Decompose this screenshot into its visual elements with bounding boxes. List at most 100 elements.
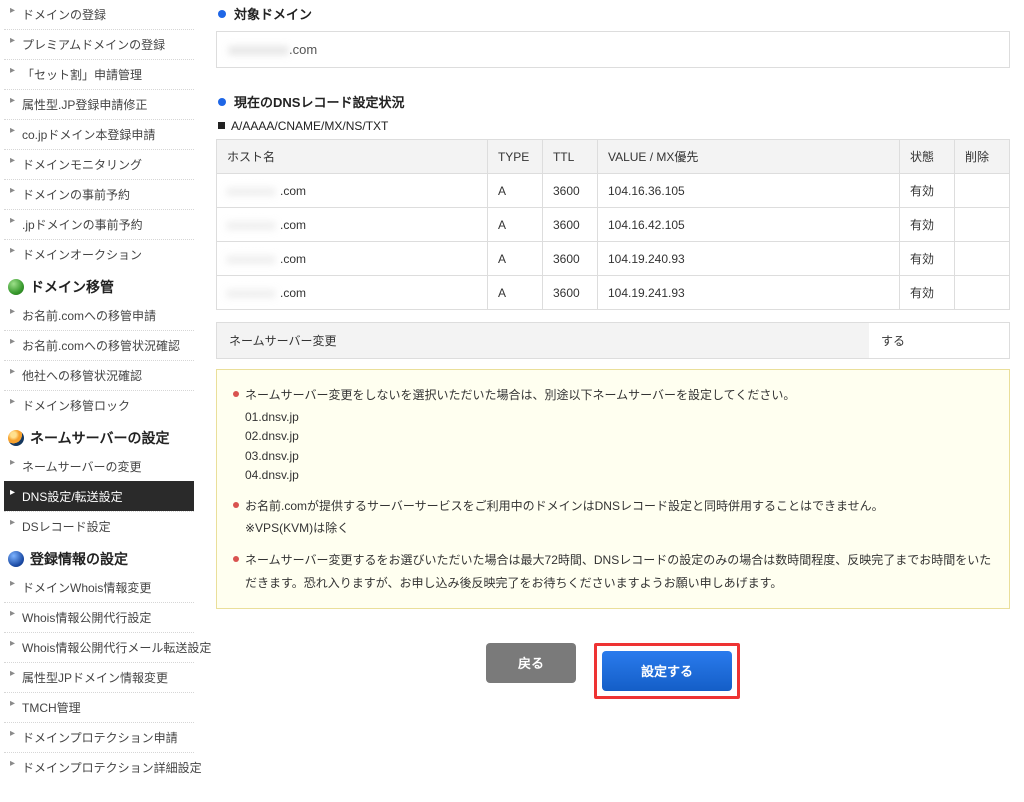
nameserver-entry: 01.dnsv.jp bbox=[245, 408, 993, 427]
table-row: xxxxxxx.com A 3600 104.16.36.105 有効 bbox=[217, 174, 1010, 208]
notice-text: ネームサーバー変更をしないを選択いただいた場合は、別途以下ネームサーバーを設定し… bbox=[245, 388, 795, 402]
cell-delete[interactable] bbox=[955, 276, 1010, 310]
sidebar-item[interactable]: プレミアムドメインの登録 bbox=[4, 29, 194, 59]
cell-ttl: 3600 bbox=[542, 242, 597, 276]
square-icon bbox=[218, 122, 225, 129]
ns-change-value[interactable]: する bbox=[869, 323, 1009, 358]
ns-change-label: ネームサーバー変更 bbox=[217, 323, 869, 358]
bullet-icon bbox=[218, 10, 226, 18]
sidebar-header-transfer: ドメイン移管 bbox=[4, 269, 194, 301]
ns-change-row: ネームサーバー変更 する bbox=[216, 322, 1010, 359]
col-type: TYPE bbox=[487, 140, 542, 174]
cell-type: A bbox=[487, 174, 542, 208]
cell-type: A bbox=[487, 276, 542, 310]
cell-host: xxxxxxx.com bbox=[217, 242, 488, 276]
notice-item: ネームサーバー変更するをお選びいただいた場合は最大72時間、DNSレコードの設定… bbox=[233, 549, 993, 593]
submit-button[interactable]: 設定する bbox=[602, 651, 732, 691]
nameserver-icon bbox=[8, 430, 24, 446]
sidebar-item[interactable]: 他社への移管状況確認 bbox=[4, 360, 194, 390]
table-row: xxxxxxx.com A 3600 104.16.42.105 有効 bbox=[217, 208, 1010, 242]
cell-ttl: 3600 bbox=[542, 276, 597, 310]
main-content: 対象ドメイン xxxxxxxx.com 現在のDNSレコード設定状況 A/AAA… bbox=[194, 0, 1020, 802]
record-types-line: A/AAAA/CNAME/MX/NS/TXT bbox=[218, 119, 1010, 133]
cell-value: 104.19.241.93 bbox=[597, 276, 899, 310]
target-domain-box: xxxxxxxx.com bbox=[216, 31, 1010, 68]
nameserver-list: 01.dnsv.jp 02.dnsv.jp 03.dnsv.jp 04.dnsv… bbox=[245, 408, 993, 485]
sidebar-item[interactable]: .jpドメインの事前予約 bbox=[4, 209, 194, 239]
sidebar-item[interactable]: ネームサーバーの変更 bbox=[4, 452, 194, 481]
col-state: 状態 bbox=[900, 140, 955, 174]
cell-state: 有効 bbox=[900, 276, 955, 310]
bullet-icon bbox=[218, 98, 226, 106]
domain-name-blurred: xxxxxxxx bbox=[229, 42, 289, 57]
cell-type: A bbox=[487, 242, 542, 276]
col-delete: 削除 bbox=[955, 140, 1010, 174]
sidebar: ドメインの登録 プレミアムドメインの登録 「セット割」申請管理 属性型.JP登録… bbox=[4, 0, 194, 802]
cell-host: xxxxxxx.com bbox=[217, 174, 488, 208]
sidebar-group-nameserver: ネームサーバーの変更 DNS設定/転送設定 DSレコード設定 bbox=[4, 452, 194, 541]
reginfo-icon bbox=[8, 551, 24, 567]
sidebar-item-dns-settings[interactable]: DNS設定/転送設定 bbox=[4, 481, 194, 511]
record-types-label: A/AAAA/CNAME/MX/NS/TXT bbox=[231, 119, 388, 133]
section-current-dns: 現在のDNSレコード設定状況 bbox=[218, 92, 1010, 111]
sidebar-group-register: ドメインの登録 プレミアムドメインの登録 「セット割」申請管理 属性型.JP登録… bbox=[4, 0, 194, 269]
sidebar-item[interactable]: TMCH管理 bbox=[4, 692, 194, 722]
sidebar-item[interactable]: ドメインオークション bbox=[4, 239, 194, 269]
cell-value: 104.16.42.105 bbox=[597, 208, 899, 242]
cell-delete[interactable] bbox=[955, 242, 1010, 276]
sidebar-header-label: ドメイン移管 bbox=[30, 277, 114, 297]
notice-box: ネームサーバー変更をしないを選択いただいた場合は、別途以下ネームサーバーを設定し… bbox=[216, 369, 1010, 609]
sidebar-item[interactable]: ドメインモニタリング bbox=[4, 149, 194, 179]
globe-icon bbox=[8, 279, 24, 295]
dns-records-table: ホスト名 TYPE TTL VALUE / MX優先 状態 削除 xxxxxxx… bbox=[216, 139, 1010, 310]
col-host: ホスト名 bbox=[217, 140, 488, 174]
table-row: xxxxxxx.com A 3600 104.19.240.93 有効 bbox=[217, 242, 1010, 276]
button-row: 戻る 設定する bbox=[216, 643, 1010, 699]
notice-text: ネームサーバー変更するをお選びいただいた場合は最大72時間、DNSレコードの設定… bbox=[245, 553, 991, 589]
cell-state: 有効 bbox=[900, 208, 955, 242]
sidebar-item[interactable]: お名前.comへの移管状況確認 bbox=[4, 330, 194, 360]
sidebar-item[interactable]: ドメインプロテクション申請 bbox=[4, 722, 194, 752]
sidebar-item[interactable]: co.jpドメイン本登録申請 bbox=[4, 119, 194, 149]
sidebar-header-label: ネームサーバーの設定 bbox=[30, 428, 169, 448]
nameserver-entry: 04.dnsv.jp bbox=[245, 466, 993, 485]
notice-item: お名前.comが提供するサーバーサービスをご利用中のドメインはDNSレコード設定… bbox=[233, 495, 993, 539]
sidebar-item[interactable]: 属性型JPドメイン情報変更 bbox=[4, 662, 194, 692]
col-value: VALUE / MX優先 bbox=[597, 140, 899, 174]
sidebar-item[interactable]: ドメインの登録 bbox=[4, 0, 194, 29]
domain-name-suffix: .com bbox=[289, 42, 317, 57]
sidebar-item[interactable]: ドメイン移管ロック bbox=[4, 390, 194, 420]
cell-state: 有効 bbox=[900, 174, 955, 208]
sidebar-item[interactable]: 属性型.JP登録申請修正 bbox=[4, 89, 194, 119]
cell-ttl: 3600 bbox=[542, 208, 597, 242]
nameserver-entry: 02.dnsv.jp bbox=[245, 427, 993, 446]
sidebar-group-transfer: お名前.comへの移管申請 お名前.comへの移管状況確認 他社への移管状況確認… bbox=[4, 301, 194, 420]
sidebar-item[interactable]: Whois情報公開代行メール転送設定 bbox=[4, 632, 194, 662]
cell-state: 有効 bbox=[900, 242, 955, 276]
col-ttl: TTL bbox=[542, 140, 597, 174]
sidebar-item[interactable]: DSレコード設定 bbox=[4, 511, 194, 541]
sidebar-item[interactable]: お名前.comへの移管申請 bbox=[4, 301, 194, 330]
back-button[interactable]: 戻る bbox=[486, 643, 576, 683]
cell-host: xxxxxxx.com bbox=[217, 208, 488, 242]
cell-value: 104.19.240.93 bbox=[597, 242, 899, 276]
sidebar-item[interactable]: ドメインプロテクション詳細設定 bbox=[4, 752, 194, 782]
sidebar-group-reginfo: ドメインWhois情報変更 Whois情報公開代行設定 Whois情報公開代行メ… bbox=[4, 573, 194, 782]
sidebar-item[interactable]: ドメインの事前予約 bbox=[4, 179, 194, 209]
sidebar-header-label: 登録情報の設定 bbox=[30, 549, 128, 569]
section-target-domain: 対象ドメイン bbox=[218, 4, 1010, 23]
notice-text: お名前.comが提供するサーバーサービスをご利用中のドメインはDNSレコード設定… bbox=[245, 499, 884, 513]
sidebar-item[interactable]: Whois情報公開代行設定 bbox=[4, 602, 194, 632]
cell-delete[interactable] bbox=[955, 174, 1010, 208]
sidebar-item[interactable]: 「セット割」申請管理 bbox=[4, 59, 194, 89]
highlight-frame: 設定する bbox=[594, 643, 740, 699]
cell-ttl: 3600 bbox=[542, 174, 597, 208]
cell-host: xxxxxxx.com bbox=[217, 276, 488, 310]
section-title-label: 現在のDNSレコード設定状況 bbox=[234, 92, 404, 111]
sidebar-header-reginfo: 登録情報の設定 bbox=[4, 541, 194, 573]
table-row: xxxxxxx.com A 3600 104.19.241.93 有効 bbox=[217, 276, 1010, 310]
nameserver-entry: 03.dnsv.jp bbox=[245, 447, 993, 466]
cell-value: 104.16.36.105 bbox=[597, 174, 899, 208]
cell-delete[interactable] bbox=[955, 208, 1010, 242]
section-title-label: 対象ドメイン bbox=[234, 4, 312, 23]
